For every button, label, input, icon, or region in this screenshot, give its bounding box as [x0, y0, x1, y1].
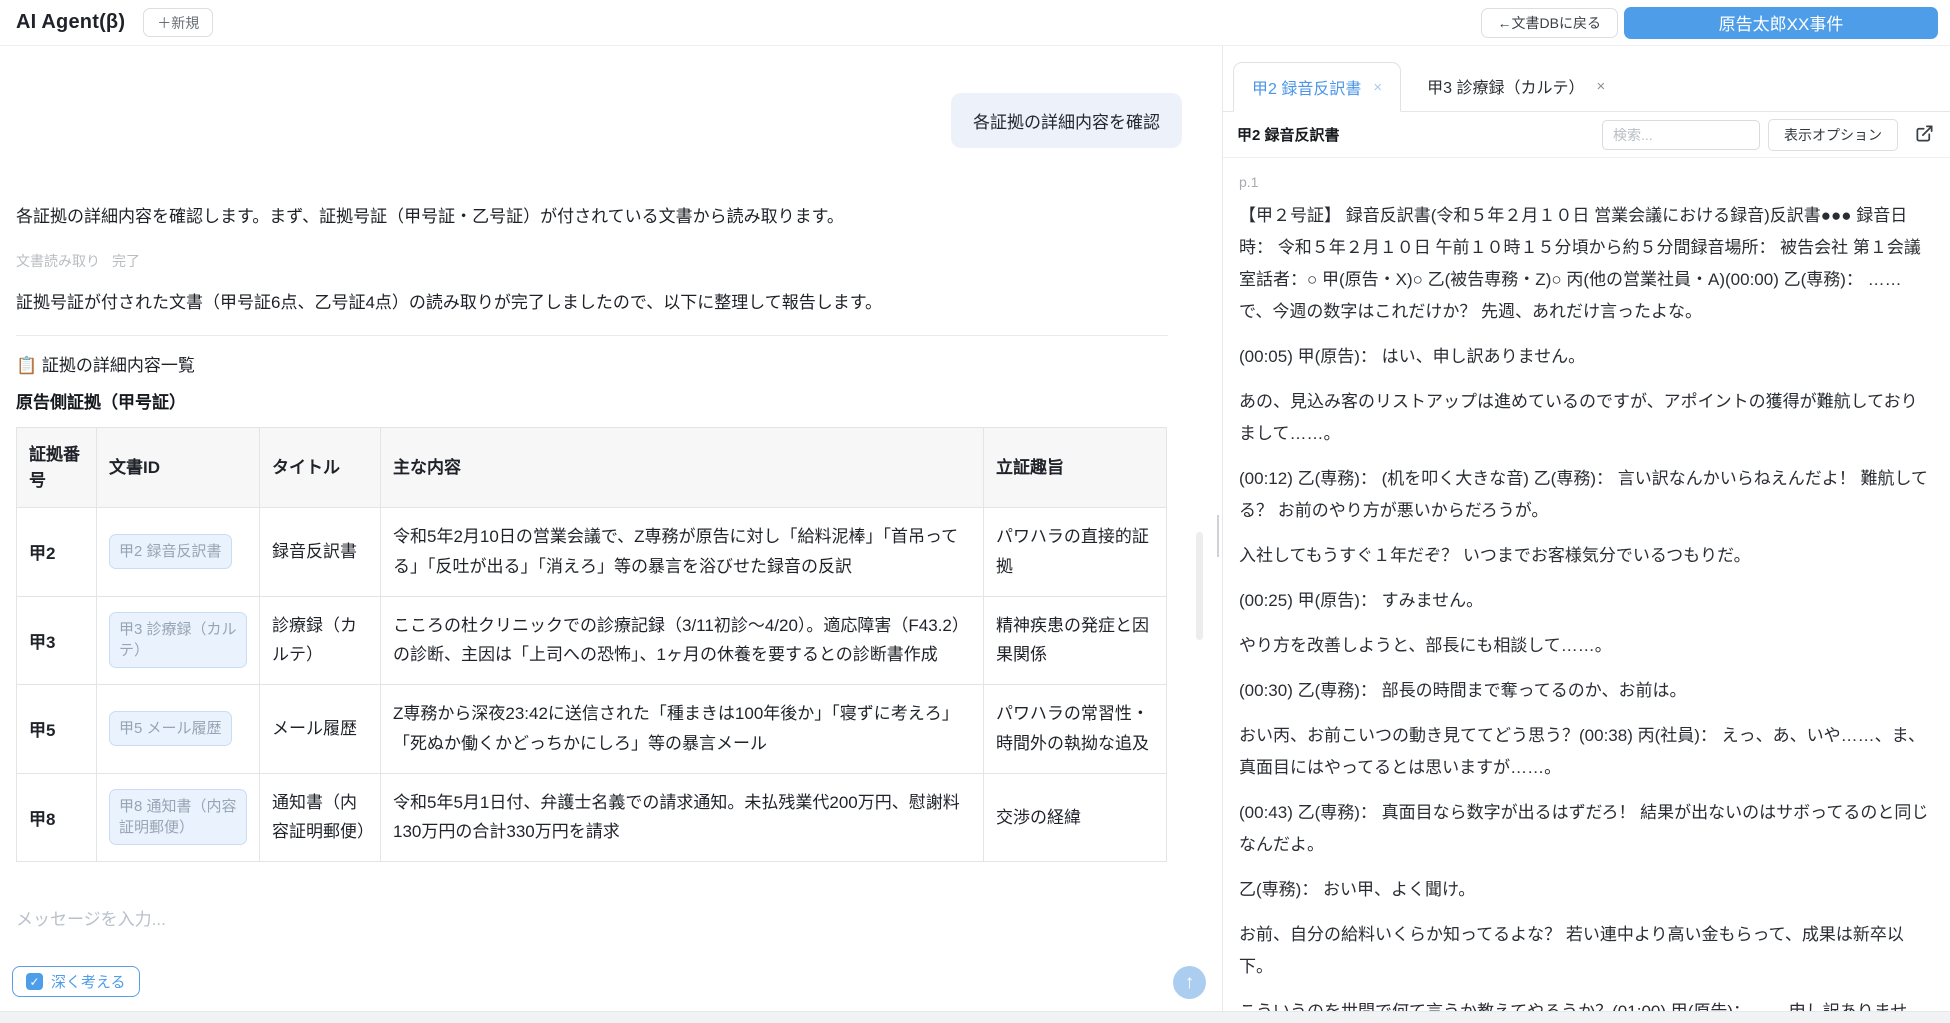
table-header-row: 証拠番号 文書ID タイトル 主な内容 立証趣旨: [16, 427, 1167, 509]
header-evidence-number: 証拠番号: [16, 427, 97, 509]
doc-id-chip[interactable]: 甲8 通知書（内容証明郵便）: [109, 789, 247, 846]
doc-id-chip[interactable]: 甲3 診療録（カルテ）: [109, 612, 247, 669]
evidence-title: メール履歴: [259, 684, 381, 774]
message-composer: ✓ 深く考える ↑: [0, 893, 1222, 1011]
status-value: 完了: [112, 253, 140, 270]
table-row: 甲5 甲5 メール履歴 メール履歴 Z専務から深夜23:42に送信された「種まき…: [16, 684, 1167, 774]
evidence-purpose: パワハラの常習性・時間外の執拗な追及: [983, 684, 1167, 774]
external-link-icon: [1915, 124, 1934, 146]
evidence-content: Z専務から深夜23:42に送信された「種まきは100年後か」「寝ずに考えろ」「死…: [380, 684, 984, 774]
doc-paragraph: (00:30) 乙(専務)： 部長の時間まで奪ってるのか、お前は。: [1239, 681, 1687, 700]
evidence-table: 証拠番号 文書ID タイトル 主な内容 立証趣旨 甲2 甲2 録音反訳書 録音反…: [16, 427, 1167, 863]
think-deeper-label: 深く考える: [51, 974, 126, 991]
assistant-intro-message: 各証拠の詳細内容を確認します。まず、証拠号証（甲号証・乙号証）が付されている文書…: [16, 207, 844, 226]
evidence-purpose: 精神疾患の発症と因果関係: [983, 595, 1167, 686]
send-button[interactable]: ↑: [1173, 966, 1206, 999]
tab-close-icon[interactable]: ×: [1373, 79, 1382, 96]
doc-paragraph: おい丙、お前こいつの動き見ててどう思う？(00:38) 丙(社員)： えっ、あ、…: [1239, 726, 1925, 777]
bottom-strip: [0, 1011, 1950, 1023]
table-row: 甲8 甲8 通知書（内容証明郵便） 通知書（内容証明郵便） 令和5年5月1日付、…: [16, 772, 1167, 863]
tab-koh3-karte[interactable]: 甲3 診療録（カルテ） ×: [1401, 61, 1631, 111]
evidence-content: 令和5年5月1日付、弁護士名義での請求通知。未払残業代200万円、慰謝料130万…: [380, 772, 984, 863]
doc-paragraph: (00:12) 乙(専務)： (机を叩く大きな音) 乙(専務)： 言い訳なんかい…: [1239, 469, 1928, 520]
doc-paragraph: (00:25) 甲(原告)： すみません。: [1239, 591, 1484, 610]
viewer-panel: 甲2 録音反訳書 × 甲3 診療録（カルテ） × 甲2 録音反訳書 表示オプショ…: [1223, 46, 1950, 1023]
status-label: 文書読み取り: [16, 253, 100, 270]
up-arrow-icon: ↑: [1184, 971, 1195, 993]
evidence-number: 甲8: [16, 772, 97, 863]
assistant-report-message: 証拠号証が付された文書（甲号証6点、乙号証4点）の読み取りが完了しましたので、以…: [16, 293, 883, 313]
header-content: 主な内容: [380, 427, 984, 509]
document-tabs: 甲2 録音反訳書 × 甲3 診療録（カルテ） ×: [1223, 46, 1950, 112]
think-deeper-toggle[interactable]: ✓ 深く考える: [12, 966, 140, 997]
clipboard-icon: 📋: [16, 356, 38, 376]
evidence-number: 甲5: [16, 684, 97, 774]
doc-paragraph: (00:43) 乙(専務)： 真面目なら数字が出るはずだろ！ 結果が出ないのはサ…: [1239, 803, 1929, 854]
doc-id-chip[interactable]: 甲2 録音反訳書: [109, 534, 232, 570]
table-row: 甲2 甲2 録音反訳書 録音反訳書 令和5年2月10日の営業会議で、Z専務が原告…: [16, 507, 1167, 597]
viewer-doc-title: 甲2 録音反訳書: [1237, 127, 1340, 144]
tab-koh2-transcript[interactable]: 甲2 録音反訳書 ×: [1233, 62, 1402, 112]
display-options-button[interactable]: 表示オプション: [1768, 118, 1898, 151]
page-number-label: p.1: [1239, 174, 1259, 190]
header-doc-id: 文書ID: [96, 427, 260, 509]
message-input[interactable]: [16, 905, 1166, 971]
user-message-bubble: 各証拠の詳細内容を確認: [951, 93, 1182, 148]
tab-label: 甲2 録音反訳書: [1252, 81, 1362, 98]
viewer-toolbar: 甲2 録音反訳書 表示オプション: [1223, 112, 1950, 158]
header-title: タイトル: [259, 427, 381, 509]
doc-paragraph: あの、見込み客のリストアップは進めているのですが、アポイントの獲得が難航しており…: [1239, 392, 1918, 443]
doc-paragraph: 乙(専務)： おい甲、よく聞け。: [1239, 880, 1476, 899]
evidence-number: 甲2: [16, 507, 97, 597]
doc-read-status: 文書読み取り 完了: [16, 251, 1182, 271]
chat-scrollbar[interactable]: [1196, 532, 1203, 640]
evidence-purpose: パワハラの直接的証拠: [983, 507, 1167, 597]
checkbox-checked-icon[interactable]: ✓: [26, 973, 43, 990]
header-purpose: 立証趣旨: [983, 427, 1167, 509]
evidence-list-heading: 📋 証拠の詳細内容一覧: [16, 351, 1182, 376]
open-external-button[interactable]: [1912, 123, 1936, 147]
document-text: p.1 【甲２号証】 録音反訳書(令和５年２月１０日 営業会議における録音)反訳…: [1223, 158, 1950, 1023]
app-title: AI Agent(β): [16, 11, 126, 33]
tab-label: 甲3 診療録（カルテ）: [1427, 80, 1585, 97]
evidence-title: 通知書（内容証明郵便）: [259, 772, 381, 863]
back-to-docdb-button[interactable]: ←文書DBに戻る: [1480, 7, 1618, 38]
evidence-title: 録音反訳書: [259, 507, 381, 597]
evidence-content: こころの杜クリニックでの診療記録（3/11初診〜4/20）。適応障害（F43.2…: [380, 595, 984, 686]
case-button[interactable]: 原告太郎XX事件: [1624, 6, 1938, 39]
header-bar: AI Agent(β) ＋新規 ←文書DBに戻る 原告太郎XX事件: [0, 0, 1950, 46]
doc-paragraph: (00:05) 甲(原告)： はい、申し訳ありません。: [1239, 347, 1586, 366]
evidence-purpose: 交渉の経緯: [983, 772, 1167, 863]
message-divider: [16, 335, 1168, 337]
section-heading: 原告側証拠（甲号証）: [16, 393, 186, 413]
doc-paragraph: やり方を改善しようと、部長にも相談して……。: [1239, 636, 1612, 655]
evidence-list-heading-text: 証拠の詳細内容一覧: [41, 356, 195, 376]
doc-paragraph: お前、自分の給料いくらか知ってるよな？ 若い連中より高い金もらって、成果は新卒以…: [1239, 925, 1904, 976]
doc-id-chip[interactable]: 甲5 メール履歴: [109, 711, 232, 747]
doc-paragraph: 【甲２号証】 録音反訳書(令和５年２月１０日 営業会議における録音)反訳書●●●…: [1239, 206, 1921, 321]
viewer-search-input[interactable]: [1602, 119, 1760, 150]
table-row: 甲3 甲3 診療録（カルテ） 診療録（カルテ） こころの杜クリニックでの診療記録…: [16, 595, 1167, 686]
tab-close-icon[interactable]: ×: [1596, 78, 1605, 95]
new-chat-button[interactable]: ＋新規: [143, 8, 214, 37]
evidence-content: 令和5年2月10日の営業会議で、Z専務が原告に対し「給料泥棒」「首吊ってる」「反…: [380, 507, 984, 597]
evidence-title: 診療録（カルテ）: [259, 595, 381, 686]
evidence-number: 甲3: [16, 595, 97, 686]
doc-paragraph: 入社してもうすぐ１年だぞ？ いつまでお客様気分でいるつもりだ。: [1239, 546, 1751, 565]
chat-panel: 各証拠の詳細内容を確認 各証拠の詳細内容を確認します。まず、証拠号証（甲号証・乙…: [0, 46, 1222, 893]
